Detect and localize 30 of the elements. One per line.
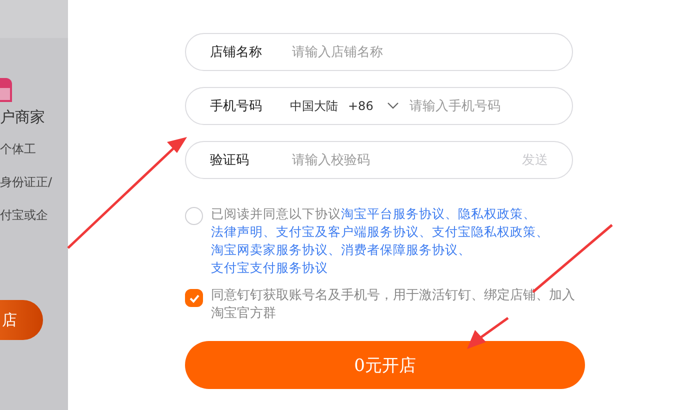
field-label: 手机号码	[210, 98, 263, 115]
text-input[interactable]: 请输入校验码	[290, 152, 522, 168]
card-text: 付宝或企	[0, 207, 48, 224]
agreement-text: 已阅读并同意以下协议淘宝平台服务协议、隐私权政策、 法律声明、支付宝及客户端服务协议、支付宝隐私权政策、 淘宝网卖家服务协议、消费者保障服务协议、 支付宝支付服务协议	[211, 205, 550, 277]
agreement-link[interactable]: 淘宝网卖家服务协议	[211, 242, 328, 257]
card-title: 户商家	[0, 108, 45, 127]
agreement-link[interactable]: 支付宝支付服务协议	[211, 260, 328, 275]
agreement-link[interactable]: 法律声明	[211, 224, 263, 239]
region-selector[interactable]: 中国大陆	[290, 98, 338, 114]
card-text: 身份证正/	[0, 174, 52, 191]
checkbox[interactable]	[185, 207, 203, 225]
agreement-link[interactable]: 支付宝及客户端服务协议	[276, 224, 419, 239]
card-text: 个体工	[0, 141, 36, 158]
checkmark-icon	[188, 292, 200, 304]
agreement-link[interactable]: 隐私权政策	[458, 206, 523, 221]
text-input[interactable]: 请输入店铺名称	[290, 44, 572, 60]
submit-button[interactable]: 0元开店	[185, 341, 585, 389]
field-label: 验证码	[210, 152, 250, 169]
shop-name-field[interactable]: 店铺名称 请输入店铺名称	[185, 33, 573, 71]
agreement-link[interactable]: 支付宝隐私权政策	[432, 224, 536, 239]
checkbox[interactable]	[185, 289, 203, 307]
agreement-text: 同意钉钉获取账号名及手机号，用于激活钉钉、绑定店铺、加入淘宝官方群	[211, 287, 576, 323]
text-input[interactable]: 请输入手机号码	[407, 98, 572, 114]
agreement-link[interactable]: 淘宝平台服务协议	[341, 206, 445, 221]
agreement-link[interactable]: 消费者保障服务协议	[341, 242, 458, 257]
phone-field[interactable]: 手机号码 中国大陆 +86 请输入手机号码	[185, 87, 573, 125]
country-code: +86	[348, 99, 374, 113]
field-label: 店铺名称	[210, 44, 263, 61]
chevron-down-icon[interactable]	[387, 102, 400, 110]
open-shop-button[interactable]: 店	[0, 300, 43, 340]
